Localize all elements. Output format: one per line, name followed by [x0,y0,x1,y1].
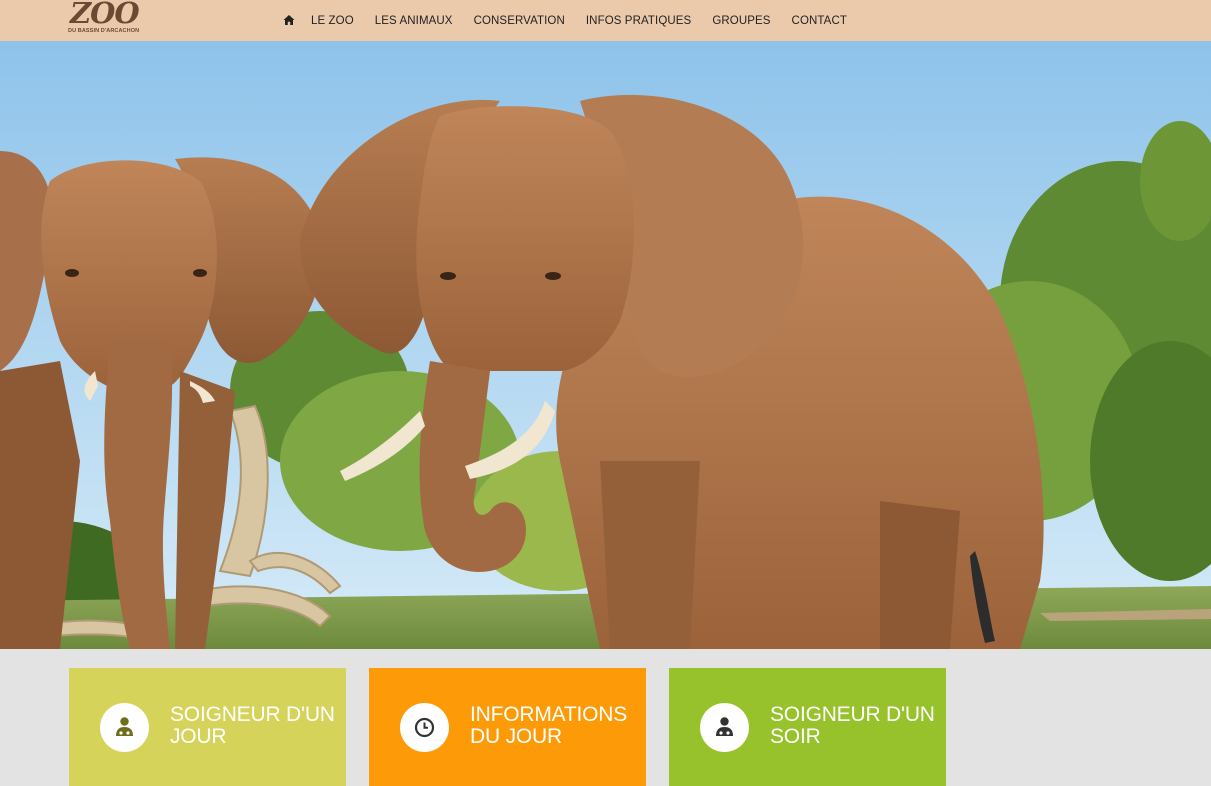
top-navigation-bar: ZOO DU BASSIN D'ARCACHON LE ZOO LES ANIM… [0,0,1211,41]
zookeeper-icon [100,703,149,752]
nav-item-le-zoo[interactable]: LE ZOO [311,15,354,27]
logo-subtitle: DU BASSIN D'ARCACHON [68,28,140,34]
card-soigneur-soir[interactable]: SOIGNEUR D'UN SOIR [669,668,946,786]
quick-links-section: SOIGNEUR D'UN JOUR INFORMATIONS DU JOUR … [0,649,1211,786]
nav-item-infos-pratiques[interactable]: INFOS PRATIQUES [586,15,691,27]
zookeeper-icon [700,703,749,752]
card-label: SOIGNEUR D'UN JOUR [170,703,335,748]
elephants-illustration [0,41,1211,649]
nav-item-groupes[interactable]: GROUPES [712,15,770,27]
logo-title: ZOO [70,0,140,30]
card-soigneur-jour[interactable]: SOIGNEUR D'UN JOUR [69,668,346,786]
main-menu: LE ZOO LES ANIMAUX CONSERVATION INFOS PR… [283,0,847,41]
nav-item-contact[interactable]: CONTACT [792,15,847,27]
card-informations-jour[interactable]: INFORMATIONS DU JOUR [369,668,646,786]
hero-elephants-image [0,41,1211,649]
nav-item-les-animaux[interactable]: LES ANIMAUX [375,15,453,27]
clock-icon [400,703,449,752]
card-label: SOIGNEUR D'UN SOIR [770,703,935,748]
home-icon[interactable] [283,14,295,26]
nav-item-conservation[interactable]: CONSERVATION [474,15,565,27]
zoo-logo[interactable]: ZOO DU BASSIN D'ARCACHON [68,0,148,38]
card-label: INFORMATIONS DU JOUR [470,703,628,748]
